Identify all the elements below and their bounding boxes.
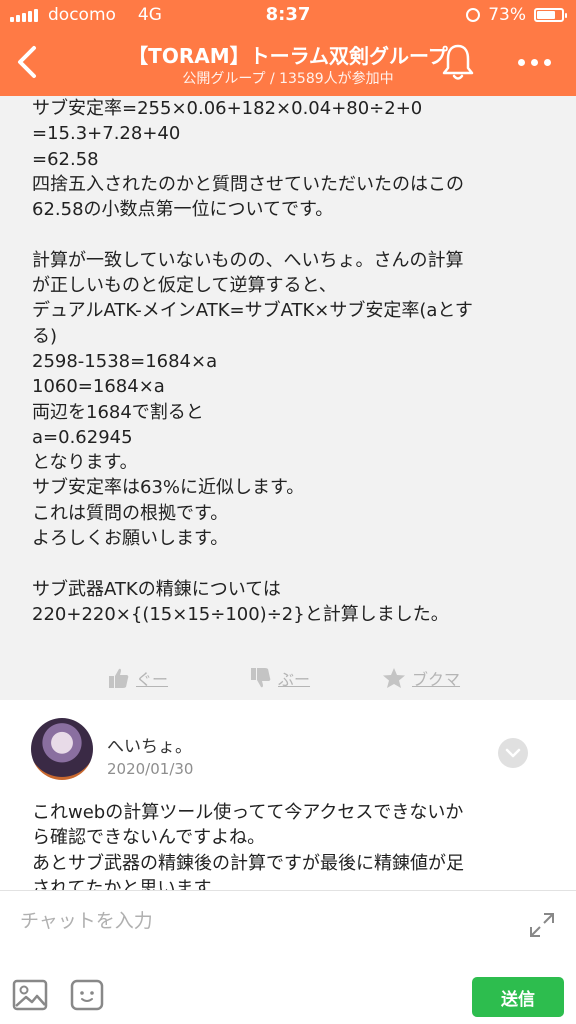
comment-line: あとサブ武器の精錬後の計算ですが最後に精錬値が足 [32,852,464,874]
chat-input-bar: 送信 [0,890,576,1024]
status-bar: docomo 4G 8:37 73% [0,0,576,30]
bell-icon [442,44,474,80]
post-line: =15.3+7.28+40 [32,123,181,145]
post-line: サブ安定率は63%に近似します。 [32,477,305,499]
bookmark-label: ブクマ [412,670,461,689]
post-line: =62.58 [32,148,99,170]
emoji-button[interactable] [70,979,104,1011]
image-button[interactable] [12,979,48,1011]
post-line: 220+220×{(15×15÷100)÷2}と計算しました。 [32,603,449,625]
post-line: が正しいものと仮定して逆算すると、 [32,275,337,297]
post-line: 四捨五入されたのかと質問させていただいたのはこの [32,173,464,195]
comment-line: これwebの計算ツール使ってて今アクセスできないか [32,802,464,823]
comment-body: これwebの計算ツール使ってて今アクセスできないか ら確認できないんですよね。 … [32,800,552,890]
more-icon [517,58,525,66]
nav-bar: 【TORAM】トーラム双剣グループ 公開グループ / 13589人が参加中 [0,30,576,96]
thumbs-up-icon [109,668,129,688]
group-title: 【TORAM】トーラム双剣グループ [128,44,448,68]
image-icon [12,979,48,1011]
post-line: る) [32,325,58,347]
bookmark-button[interactable]: ブクマ [382,666,460,690]
group-subtitle: 公開グループ / 13589人が参加中 [182,71,394,87]
post-line: a=0.62945 [32,426,133,448]
bad-label: ぶー [278,670,311,689]
post-line: サブ安定率=255×0.06+182×0.04+80÷2+0 [32,98,423,119]
rotation-lock-icon [466,8,481,22]
bad-button[interactable]: ぶー [250,666,310,690]
chat-input[interactable] [18,903,502,939]
avatar[interactable] [31,718,93,780]
good-button[interactable]: ぐー [108,666,168,690]
post-line: 2598-1538=1684×a [32,350,218,372]
post-line: これは質問の根拠です。 [32,502,229,524]
chevron-down-icon [505,748,521,758]
more-button[interactable] [510,52,558,72]
send-button[interactable]: 送信 [472,977,564,1017]
comment-date: 2020/01/30 [107,760,194,778]
expand-button[interactable] [528,911,556,939]
good-label: ぐー [136,670,169,689]
post-line: 1060=1684×a [32,376,165,398]
post-line: 両辺を1684で割ると [32,401,204,423]
thread-content[interactable]: サブ安定率=255×0.06+182×0.04+80÷2+0 =15.3+7.2… [0,96,576,890]
comment-line: されてたかと思います [32,877,212,890]
post-actions: ぐー ぶー ブクマ [0,666,576,696]
post-body: サブ安定率=255×0.06+182×0.04+80÷2+0 =15.3+7.2… [32,96,552,627]
app-header: docomo 4G 8:37 73% 【TORAM】トーラム双剣グループ 公開グ… [0,0,576,96]
notification-button[interactable] [438,40,478,84]
battery-icon [534,8,567,22]
post-line: 計算が一致していないものの、へいちょ。さんの計算 [32,249,464,271]
post-line [32,551,552,576]
post-line: よろしくお願いします。 [32,528,229,550]
comment-card: へいちょ。 2020/01/30 これwebの計算ツール使ってて今アクセスできな… [0,700,576,890]
battery-percent: 73% [488,5,526,25]
comment-line: ら確認できないんですよね。 [32,827,266,849]
comment-menu-button[interactable] [498,738,528,768]
thumbs-down-icon [251,668,271,688]
star-icon [383,668,405,688]
expand-icon [530,913,554,937]
post-line [32,222,552,247]
comment-author[interactable]: へいちょ。 [107,732,192,757]
post-line: となります。 [32,452,138,474]
emoji-icon [70,979,104,1011]
post-line: 62.58の小数点第一位についてです。 [32,199,334,221]
post-line: サブ武器ATKの精錬については [32,578,281,600]
post-line: デュアルATK-メインATK=サブATK×サブ安定率(aとす [32,300,473,322]
status-right: 73% [466,0,567,30]
